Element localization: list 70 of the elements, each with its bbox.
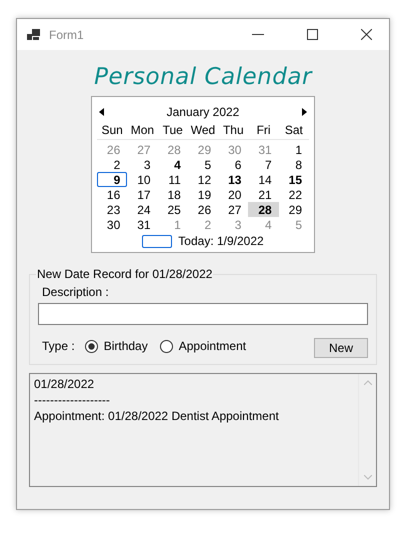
calendar-day[interactable]: 14 [248, 172, 279, 187]
calendar-day[interactable]: 11 [158, 172, 188, 187]
calendar-day[interactable]: 29 [278, 202, 309, 217]
calendar-day[interactable]: 8 [278, 157, 309, 172]
calendar-day[interactable]: 10 [127, 172, 158, 187]
calendar-day[interactable]: 28 [248, 202, 279, 217]
app-heading: Personal Calendar [94, 64, 312, 90]
next-month-icon[interactable] [302, 108, 307, 116]
calendar-day[interactable]: 3 [218, 217, 248, 232]
calendar-day[interactable]: 6 [218, 157, 248, 172]
calendar-day[interactable]: 29 [188, 142, 218, 157]
record-line: ------------------- [34, 393, 111, 407]
type-label: Type : [42, 339, 75, 353]
calendar-day[interactable]: 17 [127, 187, 158, 202]
calendar-day[interactable]: 18 [158, 187, 188, 202]
close-icon[interactable] [360, 29, 372, 40]
today-marker-icon [142, 234, 172, 248]
calendar-day[interactable]: 26 [97, 142, 128, 157]
calendar-day[interactable]: 2 [188, 217, 218, 232]
window-title: Form1 [49, 28, 85, 42]
group-title: New Date Record for 01/28/2022 [36, 267, 214, 281]
calendar-day[interactable]: 30 [218, 142, 248, 157]
weekday-label: Sat [278, 123, 309, 140]
calendar-day[interactable]: 19 [188, 187, 218, 202]
record-line: Appointment: 01/28/2022 Dentist Appointment [34, 409, 280, 423]
calendar-day[interactable]: 31 [127, 217, 158, 232]
weekday-label: Mon [127, 123, 158, 140]
calendar-day[interactable]: 9 [97, 172, 128, 187]
record-line: 01/28/2022 [34, 377, 96, 391]
calendar-day[interactable]: 22 [278, 187, 309, 202]
calendar-day[interactable]: 24 [127, 202, 158, 217]
calendar-day[interactable]: 16 [97, 187, 128, 202]
type-radio[interactable]: Appointment [160, 339, 246, 353]
weekday-label: Wed [188, 123, 218, 140]
calendar-day[interactable]: 23 [97, 202, 128, 217]
calendar-day[interactable]: 4 [158, 157, 188, 172]
calendar-day[interactable]: 1 [278, 142, 309, 157]
previous-month-icon[interactable] [99, 108, 104, 116]
calendar-day[interactable]: 27 [127, 142, 158, 157]
today-link[interactable]: Today: 1/9/2022 [178, 234, 264, 248]
calendar-day[interactable]: 7 [248, 157, 279, 172]
calendar-day[interactable]: 30 [97, 217, 128, 232]
calendar-day[interactable]: 31 [248, 142, 279, 157]
maximize-icon[interactable] [306, 29, 318, 40]
calendar-day[interactable]: 21 [248, 187, 279, 202]
calendar-day[interactable]: 15 [278, 172, 309, 187]
new-button[interactable]: New [314, 338, 368, 358]
calendar-day[interactable]: 4 [248, 217, 279, 232]
description-label: Description : [42, 285, 110, 299]
calendar-day[interactable]: 26 [188, 202, 218, 217]
weekday-label: Thu [218, 123, 248, 140]
month-title: January 2022 [166, 105, 240, 119]
calendar-day[interactable]: 2 [97, 157, 128, 172]
calendar-day[interactable]: 1 [158, 217, 188, 232]
calendar-day[interactable]: 25 [158, 202, 188, 217]
type-radio[interactable]: Birthday [84, 339, 148, 353]
calendar-day[interactable]: 13 [218, 172, 248, 187]
calendar-day[interactable]: 28 [158, 142, 188, 157]
calendar-day[interactable]: 5 [278, 217, 309, 232]
calendar-day[interactable]: 20 [218, 187, 248, 202]
weekday-label: Tue [158, 123, 188, 140]
description-field[interactable] [38, 303, 368, 325]
calendar-day[interactable]: 5 [188, 157, 218, 172]
month-calendar[interactable]: January 2022 Sun Mon Tue Wed Thu Fri Sat 26 27 28 29 30 31 1 2 3 4 5 6 7 8 9 10 11 12 13 14 15 16 17 18 19 20 21 22 23 24 25 26 27 28 29 30 31 1 2 3 4 5 Today: 1/9/2022 [91, 96, 315, 253]
calendar-day[interactable]: 12 [188, 172, 218, 187]
calendar-day[interactable]: 27 [218, 202, 248, 217]
weekday-label: Fri [248, 123, 279, 140]
calendar-day[interactable]: 3 [127, 157, 158, 172]
weekday-label: Sun [97, 123, 128, 140]
app-icon [27, 28, 41, 40]
